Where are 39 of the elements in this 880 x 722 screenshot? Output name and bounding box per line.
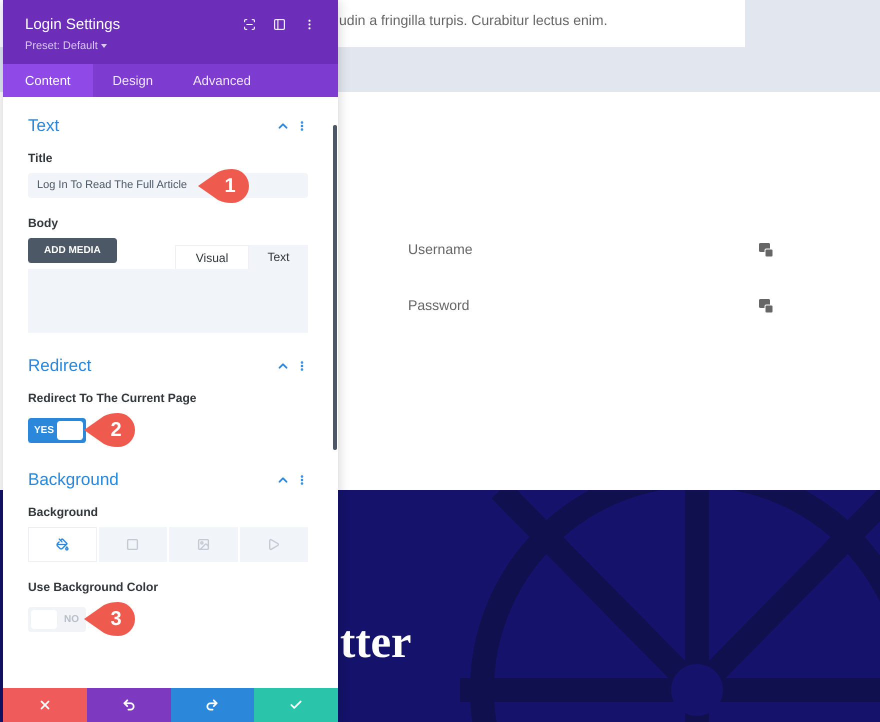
section-title[interactable]: Redirect xyxy=(28,355,92,377)
redo-button[interactable] xyxy=(170,688,254,722)
section-title[interactable]: Text xyxy=(28,115,60,137)
toggle-switch[interactable]: YES xyxy=(28,418,86,442)
color-icon xyxy=(56,538,69,551)
field-label: Body xyxy=(28,215,59,232)
undo-icon xyxy=(122,698,136,712)
panel-tab[interactable]: Content xyxy=(3,64,93,97)
callout-badge: 3 xyxy=(82,602,136,636)
field-label: Background xyxy=(28,504,100,521)
banner-heading: tter xyxy=(340,615,412,669)
field-label: Title xyxy=(28,150,54,167)
caret-icon xyxy=(100,44,107,48)
editor-tab[interactable]: Visual xyxy=(175,245,249,269)
undo-button[interactable] xyxy=(86,688,170,722)
login-field-label: Password xyxy=(408,296,470,315)
editor-tab[interactable]: Text xyxy=(249,245,308,269)
redo-icon xyxy=(205,698,220,712)
field-label: Redirect To The Current Page xyxy=(28,390,198,407)
section-title[interactable]: Background xyxy=(28,469,119,491)
focus-icon[interactable] xyxy=(243,18,256,31)
callout-badge: 2 xyxy=(82,413,136,447)
login-field-label: Username xyxy=(408,240,473,259)
callout-badge: 1 xyxy=(196,169,250,203)
video-icon xyxy=(267,538,280,551)
panel-title: Login Settings xyxy=(25,15,120,35)
field-label: Use Background Color xyxy=(28,579,160,596)
check-icon xyxy=(289,698,304,712)
image-icon xyxy=(196,538,210,551)
preset-dropdown[interactable]: Preset: Default xyxy=(25,38,120,54)
panel-tab[interactable]: Advanced xyxy=(173,64,271,97)
password-manager-icon xyxy=(759,298,774,313)
intro-text: udin a fringilla turpis. Curabitur lectus enim. xyxy=(339,12,608,28)
panel-tab[interactable]: Design xyxy=(92,64,174,97)
add-media-button[interactable]: ADD MEDIA xyxy=(28,238,117,263)
sidebar-icon[interactable] xyxy=(273,18,286,31)
scrollbar-thumb[interactable] xyxy=(333,125,337,450)
password-manager-icon xyxy=(759,242,774,257)
close-icon xyxy=(38,698,52,712)
